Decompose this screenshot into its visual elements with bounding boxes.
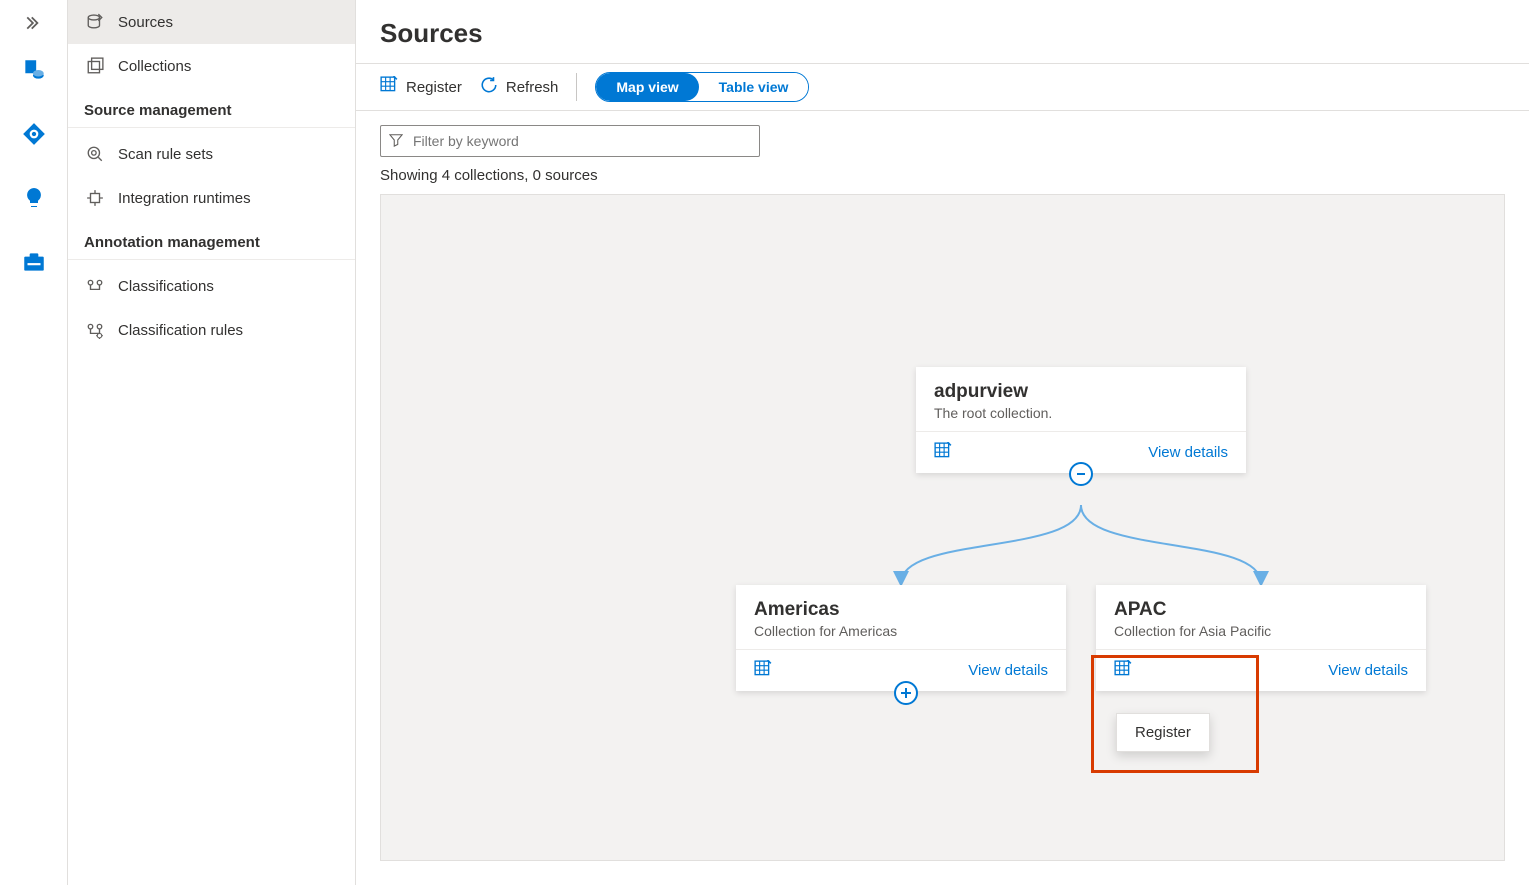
collection-node-apac: APAC Collection for Asia Pacific View de… <box>1096 585 1426 691</box>
node-desc: The root collection. <box>934 405 1228 421</box>
map-canvas[interactable]: adpurview The root collection. View deta… <box>380 194 1505 861</box>
sidebar-item-sources[interactable]: Sources <box>68 0 355 44</box>
scan-rule-sets-icon <box>84 143 106 165</box>
sidebar-section-source-management: Source management <box>68 88 355 128</box>
collection-node-americas: Americas Collection for Americas View de… <box>736 585 1066 691</box>
refresh-icon <box>480 76 498 98</box>
refresh-button[interactable]: Refresh <box>480 76 559 98</box>
node-desc: Collection for Americas <box>754 623 1048 639</box>
add-child-button[interactable] <box>894 681 918 705</box>
insights-icon[interactable] <box>12 176 56 220</box>
data-catalog-icon[interactable] <box>12 112 56 156</box>
node-title: Americas <box>754 599 1048 621</box>
sidebar-item-classification-rules[interactable]: Classification rules <box>68 308 355 352</box>
register-tooltip[interactable]: Register <box>1116 713 1210 752</box>
view-details-link[interactable]: View details <box>1148 444 1228 461</box>
collections-icon <box>84 55 106 77</box>
register-label: Register <box>406 79 462 96</box>
collection-node-root: adpurview The root collection. View deta… <box>916 367 1246 473</box>
status-text: Showing 4 collections, 0 sources <box>356 163 1529 194</box>
main-content: Sources Register Refresh Map view Table … <box>356 0 1529 885</box>
sidebar-item-label: Classification rules <box>118 322 243 339</box>
collapse-toggle[interactable] <box>1069 462 1093 486</box>
sidebar-item-integration-runtimes[interactable]: Integration runtimes <box>68 176 355 220</box>
toolbar: Register Refresh Map view Table view <box>356 63 1529 111</box>
view-toggle: Map view Table view <box>595 72 809 102</box>
node-title: adpurview <box>934 381 1228 403</box>
register-button[interactable]: Register <box>380 76 462 98</box>
refresh-label: Refresh <box>506 79 559 96</box>
connector-lines <box>741 495 1441 595</box>
register-icon <box>380 76 398 98</box>
map-view-toggle[interactable]: Map view <box>596 73 698 101</box>
filter-input[interactable] <box>411 132 751 150</box>
view-details-link[interactable]: View details <box>968 662 1048 679</box>
sidebar-item-label: Integration runtimes <box>118 190 251 207</box>
node-register-icon[interactable] <box>934 442 952 463</box>
node-title: APAC <box>1114 599 1408 621</box>
classification-rules-icon <box>84 319 106 341</box>
classifications-icon <box>84 275 106 297</box>
sidebar-section-annotation-management: Annotation management <box>68 220 355 260</box>
node-register-icon[interactable] <box>1114 660 1132 681</box>
left-rail <box>0 0 68 885</box>
filter-icon <box>389 133 403 150</box>
filter-input-wrapper[interactable] <box>380 125 760 157</box>
sidebar-item-label: Scan rule sets <box>118 146 213 163</box>
node-register-icon[interactable] <box>754 660 772 681</box>
integration-runtimes-icon <box>84 187 106 209</box>
sidebar-item-label: Classifications <box>118 278 214 295</box>
management-icon[interactable] <box>12 240 56 284</box>
sources-icon <box>84 11 106 33</box>
sidebar-item-label: Sources <box>118 14 173 31</box>
sidebar-item-label: Collections <box>118 58 191 75</box>
sidebar-item-scan-rule-sets[interactable]: Scan rule sets <box>68 132 355 176</box>
node-desc: Collection for Asia Pacific <box>1114 623 1408 639</box>
toolbar-divider <box>576 73 577 101</box>
table-view-toggle[interactable]: Table view <box>699 73 809 101</box>
filter-row <box>356 111 1529 163</box>
expand-nav-button[interactable] <box>14 8 54 38</box>
view-details-link[interactable]: View details <box>1328 662 1408 679</box>
data-map-icon[interactable] <box>12 48 56 92</box>
page-title: Sources <box>380 18 1529 49</box>
sidebar-item-classifications[interactable]: Classifications <box>68 264 355 308</box>
sidebar: Sources Collections Source management Sc… <box>68 0 356 885</box>
sidebar-item-collections[interactable]: Collections <box>68 44 355 88</box>
